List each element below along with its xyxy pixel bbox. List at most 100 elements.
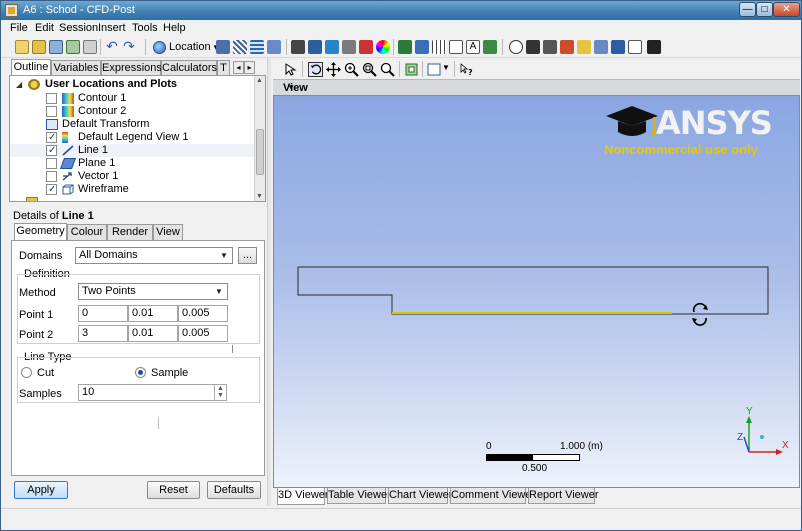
undo-icon[interactable]: ↶ bbox=[105, 39, 119, 54]
tab-view[interactable]: View bbox=[153, 224, 183, 240]
tree-item-plane-1[interactable]: Plane 1 bbox=[46, 157, 246, 170]
scroll-thumb[interactable] bbox=[256, 129, 264, 175]
point1-y-input[interactable]: 0.01 bbox=[128, 305, 178, 322]
defaults-button[interactable]: Defaults bbox=[207, 481, 261, 499]
volume-rendering-icon[interactable] bbox=[267, 40, 281, 54]
visibility-checkbox[interactable] bbox=[46, 158, 57, 169]
scroll-down-icon[interactable]: ▼ bbox=[256, 193, 263, 200]
collapse-icon[interactable]: ◢ bbox=[16, 78, 22, 91]
chart-icon[interactable] bbox=[449, 40, 463, 54]
point1-z-input[interactable]: 0.005 bbox=[178, 305, 228, 322]
tab-chart-viewer[interactable]: Chart Viewer bbox=[388, 488, 452, 504]
visibility-checkbox[interactable] bbox=[46, 131, 57, 144]
point2-y-input[interactable]: 0.01 bbox=[128, 325, 178, 342]
save-picture-icon[interactable] bbox=[83, 40, 97, 54]
fit-view-icon[interactable] bbox=[404, 62, 419, 77]
tab-calculators[interactable]: Calculators bbox=[161, 60, 217, 76]
method-select[interactable]: Two Points ▼ bbox=[78, 283, 228, 300]
close-results-icon[interactable] bbox=[49, 40, 63, 54]
probe-icon[interactable] bbox=[560, 40, 574, 54]
tab-turbo[interactable]: T bbox=[217, 60, 230, 76]
help-pointer-icon[interactable]: ? bbox=[459, 62, 474, 77]
redo-icon[interactable]: ↷ bbox=[122, 39, 136, 54]
instance-transform-icon[interactable] bbox=[342, 40, 356, 54]
tree-item-vector-1[interactable]: Vector 1 bbox=[46, 170, 246, 183]
point2-x-input[interactable]: 3 bbox=[78, 325, 128, 342]
tab-comment-viewer[interactable]: Comment Viewer bbox=[450, 488, 535, 504]
select-pointer-icon[interactable] bbox=[283, 62, 298, 77]
reset-button[interactable]: Reset bbox=[147, 481, 200, 499]
comment-icon[interactable]: A bbox=[466, 40, 480, 54]
tab-expressions[interactable]: Expressions bbox=[101, 60, 162, 76]
samples-input[interactable]: 10 ▲ ▼ bbox=[78, 384, 227, 401]
tab-variables[interactable]: Variables bbox=[51, 60, 101, 76]
visibility-checkbox[interactable] bbox=[46, 106, 57, 117]
apply-button[interactable]: Apply bbox=[14, 481, 68, 499]
3d-viewport[interactable]: ANSYS Noncommercial use only Y Z X 0 1.0… bbox=[273, 95, 800, 488]
rotate-icon[interactable] bbox=[308, 62, 323, 77]
tab-table-viewer[interactable]: Table Viewer bbox=[327, 488, 391, 504]
point1-x-input[interactable]: 0 bbox=[78, 305, 128, 322]
sample-radio[interactable] bbox=[135, 367, 146, 378]
tree-item-line-1[interactable]: Line 1 bbox=[46, 144, 246, 157]
load-state-icon[interactable] bbox=[66, 40, 80, 54]
domains-more-button[interactable]: ... bbox=[238, 247, 257, 264]
menu-edit[interactable]: Edit bbox=[35, 22, 54, 34]
panel-splitter[interactable] bbox=[267, 58, 271, 506]
menu-help[interactable]: Help bbox=[163, 22, 186, 34]
coord-frame-icon[interactable] bbox=[308, 40, 322, 54]
timestep-icon[interactable] bbox=[526, 40, 540, 54]
variable-icon[interactable] bbox=[398, 40, 412, 54]
tree-item-default-legend-view[interactable]: Default Legend View 1 bbox=[46, 131, 256, 144]
layout-dropdown-icon[interactable]: ▼ bbox=[442, 63, 450, 72]
animation-timer-icon[interactable] bbox=[509, 40, 523, 54]
viewport-layout-icon[interactable] bbox=[427, 62, 442, 77]
figure-icon[interactable] bbox=[483, 40, 497, 54]
tree-scrollbar[interactable]: ▲ ▼ bbox=[254, 76, 265, 201]
tab-report-viewer[interactable]: Report Viewer bbox=[528, 488, 599, 504]
quick-edit-icon[interactable] bbox=[543, 40, 557, 54]
spin-up-icon[interactable]: ▲ bbox=[217, 385, 224, 392]
command-editor-icon[interactable] bbox=[647, 40, 661, 54]
report-icon[interactable] bbox=[628, 40, 642, 54]
visibility-checkbox[interactable] bbox=[46, 93, 57, 104]
menu-tools[interactable]: Tools bbox=[132, 22, 158, 34]
streamline-icon[interactable] bbox=[233, 40, 247, 54]
zoom-icon[interactable] bbox=[344, 62, 359, 77]
particle-track-icon[interactable] bbox=[250, 40, 264, 54]
point2-z-input[interactable]: 0.005 bbox=[178, 325, 228, 342]
menu-insert[interactable]: Insert bbox=[98, 22, 126, 34]
expression-icon[interactable] bbox=[415, 40, 429, 54]
maximize-button[interactable]: □ bbox=[756, 2, 773, 17]
pan-icon[interactable] bbox=[326, 62, 341, 77]
color-map-icon[interactable] bbox=[376, 40, 390, 54]
case-compare-icon[interactable] bbox=[611, 40, 625, 54]
tree-item-contour-2[interactable]: Contour 2 bbox=[46, 105, 246, 118]
tab-scroll-right-icon[interactable]: ▸ bbox=[244, 61, 255, 74]
tab-colour[interactable]: Colour bbox=[67, 224, 107, 240]
zoom-fit-icon[interactable] bbox=[380, 62, 395, 77]
macro-icon[interactable] bbox=[577, 40, 591, 54]
zoom-box-icon[interactable] bbox=[362, 62, 377, 77]
load-results-icon[interactable] bbox=[32, 40, 46, 54]
close-button[interactable]: ✕ bbox=[773, 2, 800, 17]
visibility-checkbox[interactable] bbox=[46, 171, 57, 182]
domains-select[interactable]: All Domains ▼ bbox=[75, 247, 233, 264]
tab-geometry[interactable]: Geometry bbox=[14, 223, 67, 241]
minimize-button[interactable]: — bbox=[739, 2, 756, 17]
tree-item-contour-1[interactable]: Contour 1 bbox=[46, 92, 246, 105]
visibility-checkbox[interactable] bbox=[46, 183, 57, 196]
spin-down-icon[interactable]: ▼ bbox=[217, 392, 224, 399]
tab-scroll-left-icon[interactable]: ◂ bbox=[233, 61, 244, 74]
tab-3d-viewer[interactable]: 3D Viewer bbox=[277, 488, 329, 505]
spinner-icon[interactable]: ▲ ▼ bbox=[214, 385, 226, 400]
vector-tool-icon[interactable] bbox=[216, 40, 230, 54]
tree-item-wireframe[interactable]: Wireframe bbox=[46, 183, 246, 196]
tree-item-default-transform[interactable]: Default Transform bbox=[46, 118, 246, 131]
location-button[interactable]: Location ▾ bbox=[153, 38, 219, 56]
table-icon[interactable] bbox=[432, 40, 446, 54]
scroll-up-icon[interactable]: ▲ bbox=[256, 77, 263, 84]
turbo-icon[interactable] bbox=[594, 40, 608, 54]
viewer-header[interactable]: View 1 ▾ bbox=[273, 79, 800, 106]
text-icon[interactable] bbox=[291, 40, 305, 54]
